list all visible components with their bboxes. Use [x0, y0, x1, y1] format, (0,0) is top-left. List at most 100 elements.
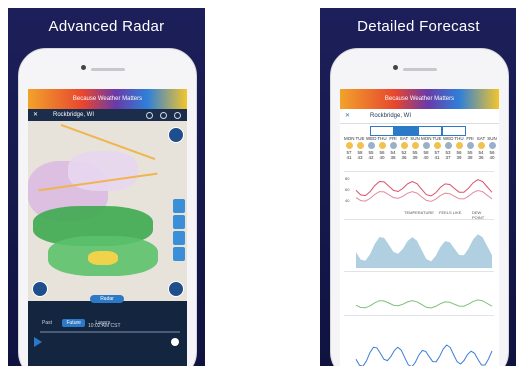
weather-icon	[433, 142, 441, 149]
forecast-day[interactable]: FRI 55 38	[465, 136, 475, 160]
camera	[81, 65, 86, 70]
forecast-day[interactable]: TUE 57 41	[432, 136, 442, 160]
day-label: MON	[344, 136, 355, 141]
weather-icon	[488, 142, 496, 149]
tool-button[interactable]	[173, 199, 185, 213]
forecast-day[interactable]: MON 58 40	[421, 136, 432, 160]
forecast-navbar: ✕ Rockbridge, WI	[340, 109, 499, 124]
legend-temp: TEMPERATURE	[404, 210, 434, 215]
weather-icon	[422, 142, 430, 149]
forecast-day[interactable]: TUE 58 43	[355, 136, 365, 160]
day-lo: 43	[357, 155, 363, 160]
layers-icon[interactable]	[168, 127, 184, 143]
day-lo: 37	[445, 155, 451, 160]
banner: Because Weather Matters	[340, 89, 499, 109]
seg-option-past[interactable]: Past	[42, 320, 52, 326]
day-label: WED	[366, 136, 377, 141]
day-lo: 36	[478, 155, 484, 160]
day-lo: 38	[390, 155, 396, 160]
day-lo: 39	[412, 155, 418, 160]
advanced-radar-panel: Advanced Radar Because Weather Matters ✕…	[8, 8, 205, 366]
forecast-day[interactable]: WED 53 37	[443, 136, 454, 160]
forecast-day[interactable]: THU 56 40	[377, 136, 387, 160]
zoom-icon[interactable]	[168, 281, 184, 297]
day-label: SAT	[476, 136, 486, 141]
radar-tab[interactable]: Radar	[90, 295, 124, 303]
weather-icon	[477, 142, 485, 149]
radar-screen: Because Weather Matters ✕ Rockbridge, WI	[28, 89, 187, 366]
series-area	[356, 234, 492, 268]
weather-icon	[367, 142, 375, 149]
weather-icon	[356, 142, 364, 149]
tab-settings[interactable]	[442, 126, 466, 136]
close-icon[interactable]: ✕	[33, 109, 38, 121]
location-label: Rockbridge, WI	[53, 112, 95, 118]
locate-icon[interactable]	[32, 281, 48, 297]
tab-charts[interactable]	[418, 126, 442, 136]
precip-chart	[344, 219, 494, 270]
panel-title: Advanced Radar	[48, 18, 165, 35]
day-lo: 39	[456, 155, 462, 160]
day-label: FRI	[466, 136, 474, 141]
tab-daily[interactable]	[394, 126, 418, 136]
day-label: SUN	[487, 136, 497, 141]
forecast-day[interactable]: FRI 54 38	[388, 136, 398, 160]
day-label: TUE	[432, 136, 442, 141]
day-label: WED	[443, 136, 454, 141]
radar-echo	[88, 251, 118, 265]
tool-button[interactable]	[173, 247, 185, 261]
wind-svg	[355, 344, 493, 366]
day-lo: 38	[467, 155, 473, 160]
phone-frame: Because Weather Matters ✕ Rockbridge, WI…	[330, 48, 509, 366]
radar-map[interactable]	[28, 121, 187, 301]
tool-button[interactable]	[173, 215, 185, 229]
share-icon[interactable]	[146, 112, 153, 119]
forecast-day[interactable]: SAT 52 36	[399, 136, 409, 160]
tab-hourly[interactable]	[370, 126, 394, 136]
seg-option-future[interactable]: Future	[62, 319, 85, 327]
day-label: FRI	[389, 136, 397, 141]
legend-feels: FEELS LIKE	[439, 210, 462, 215]
temperature-chart: 80 60 40 TEMPERATURE FEELS LIKE DEW POINT	[344, 171, 494, 220]
map-tools	[173, 199, 185, 263]
weather-icon	[378, 142, 386, 149]
day-label: SAT	[399, 136, 409, 141]
day-lo: 40	[423, 155, 429, 160]
forecast-day[interactable]: SUN 56 40	[487, 136, 497, 160]
day-lo: 40	[379, 155, 385, 160]
tool-button[interactable]	[173, 231, 185, 245]
humidity-svg	[355, 299, 493, 309]
more-icon[interactable]	[174, 112, 181, 119]
timeline-knob[interactable]	[171, 338, 179, 346]
series-line	[355, 299, 493, 309]
wind-chart	[344, 315, 494, 366]
weather-icon	[455, 142, 463, 149]
timeline-track[interactable]	[40, 331, 180, 333]
phone-frame: Because Weather Matters ✕ Rockbridge, WI	[18, 48, 197, 366]
series-line	[355, 344, 493, 366]
play-icon[interactable]	[34, 337, 42, 347]
forecast-day[interactable]: MON 57 41	[344, 136, 355, 160]
close-icon[interactable]: ✕	[345, 109, 350, 123]
weather-icon	[466, 142, 474, 149]
time-label: 10:02 AM CST	[88, 323, 121, 329]
humidity-chart	[344, 271, 494, 314]
gear-icon[interactable]	[160, 112, 167, 119]
day-label: THU	[377, 136, 387, 141]
day-label: TUE	[355, 136, 365, 141]
axis-tick: 60	[345, 187, 350, 192]
day-lo: 41	[434, 155, 440, 160]
forecast-day[interactable]: SAT 54 36	[476, 136, 486, 160]
weather-icon	[345, 142, 353, 149]
day-lo: 40	[489, 155, 495, 160]
forecast-day[interactable]: SUN 55 39	[410, 136, 420, 160]
day-label: MON	[421, 136, 432, 141]
weather-icon	[411, 142, 419, 149]
speaker	[403, 68, 437, 71]
forecast-day[interactable]: THU 56 39	[454, 136, 464, 160]
forecast-day[interactable]: WED 55 42	[366, 136, 377, 160]
banner: Because Weather Matters	[28, 89, 187, 109]
time-mode-selector: Past Future Layers	[42, 311, 182, 327]
detailed-forecast-panel: Detailed Forecast Because Weather Matter…	[320, 8, 516, 366]
axis-tick: 80	[345, 176, 350, 181]
